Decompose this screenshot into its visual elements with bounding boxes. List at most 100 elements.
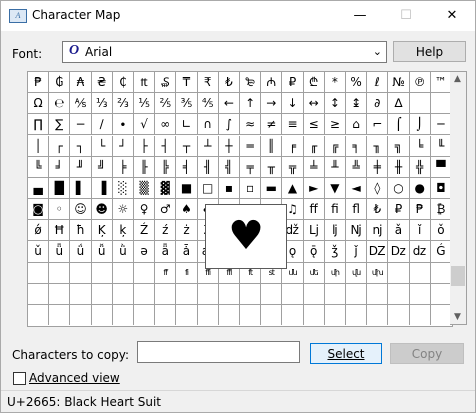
character-cell[interactable]: ╤ <box>240 156 262 178</box>
character-cell[interactable]: ╔ <box>324 135 346 157</box>
character-cell[interactable] <box>155 283 177 305</box>
character-cell[interactable] <box>134 304 156 326</box>
character-cell[interactable] <box>49 304 71 326</box>
character-cell[interactable]: № <box>388 72 410 94</box>
character-cell[interactable]: ╙ <box>430 136 451 157</box>
character-cell[interactable] <box>219 304 240 326</box>
character-cell[interactable]: ╣ <box>218 156 240 178</box>
character-cell[interactable]: Ω <box>28 93 50 115</box>
character-cell[interactable]: ┘ <box>112 135 134 157</box>
character-cell[interactable]: ż <box>176 220 198 242</box>
character-cell[interactable]: ₲ <box>49 72 71 94</box>
character-cell[interactable] <box>409 93 431 115</box>
character-cell[interactable]: ╩ <box>346 156 368 178</box>
character-cell[interactable]: ₺ <box>367 199 389 221</box>
character-cell[interactable]: ≤ <box>303 114 325 136</box>
character-cell[interactable]: ǈ <box>303 220 325 242</box>
character-cell[interactable]: ╞ <box>112 156 134 178</box>
character-cell[interactable] <box>113 304 134 326</box>
character-cell[interactable]: ♠ <box>176 199 198 221</box>
character-cell[interactable]: ░ <box>112 177 134 199</box>
character-cell[interactable]: ǭ <box>303 241 325 263</box>
character-cell[interactable]: ◙ <box>28 199 50 221</box>
character-cell[interactable] <box>430 93 451 115</box>
character-cell[interactable] <box>325 304 346 326</box>
character-cell[interactable]: ╥ <box>261 156 283 178</box>
character-cell[interactable]: ǘ <box>70 241 92 263</box>
character-cell[interactable]: ǋ <box>346 220 368 242</box>
character-cell[interactable]: ◘ <box>430 178 451 199</box>
characters-to-copy-input[interactable] <box>137 341 300 363</box>
character-cell[interactable]: ₼ <box>261 72 283 94</box>
character-cell[interactable]: ╕ <box>346 135 368 157</box>
character-cell[interactable] <box>92 304 113 326</box>
character-cell[interactable]: ﬂ <box>346 199 368 221</box>
maximize-button[interactable]: ☐ <box>383 1 429 31</box>
character-cell[interactable] <box>431 305 451 325</box>
character-grid-cells[interactable]: ₱ ₲ ₳ ₴ ₵ ₶ ₷ ₸ ₹ ₺ ₻ ₼ ₽ ₾ *% ℓ № ℗ ™ Ω ℮ ⅍ ⅓ ⅔ ⅕ ⅖ ⅗ ⅘ ← ↑ → ↓ ↔ ↕ ↨ ∂ ∆ ∏ ∑… <box>28 72 452 326</box>
character-cell[interactable]: ǝ <box>134 241 156 263</box>
character-cell[interactable]: ▐ <box>91 177 113 199</box>
character-cell[interactable]: ₴ <box>91 72 113 94</box>
advanced-view-checkbox[interactable] <box>13 372 26 385</box>
character-cell[interactable] <box>388 262 410 284</box>
character-cell[interactable]: ▬ <box>261 177 283 199</box>
character-cell[interactable]: ■ <box>176 177 198 199</box>
character-cell[interactable]: ↕ <box>324 93 346 115</box>
character-cell[interactable]: Ź <box>134 220 156 242</box>
character-cell[interactable] <box>388 283 410 305</box>
character-cell[interactable]: Ǳ <box>367 241 389 263</box>
grid-scrollbar[interactable]: ▲ ▼ <box>450 71 467 325</box>
character-cell[interactable]: ☻ <box>91 199 113 221</box>
character-cell[interactable] <box>70 262 92 284</box>
character-cell[interactable]: ╧ <box>303 156 325 178</box>
character-cell[interactable] <box>388 304 410 326</box>
character-cell[interactable]: ↑ <box>240 93 262 115</box>
close-button[interactable]: ✕ <box>429 1 475 31</box>
character-cell[interactable]: ◄ <box>346 177 368 199</box>
character-cell[interactable]: ≥ <box>324 114 346 136</box>
character-cell[interactable]: ₳ <box>70 72 92 94</box>
character-cell[interactable] <box>303 283 325 305</box>
character-cell[interactable]: ╠ <box>155 156 177 178</box>
character-cell[interactable]: ǲ <box>388 241 410 263</box>
character-cell[interactable]: → <box>261 93 283 115</box>
character-cell[interactable]: √ <box>134 114 156 136</box>
character-cell[interactable]: ▫ <box>240 177 262 199</box>
character-cell[interactable]: ∕ <box>91 114 113 136</box>
character-cell[interactable]: ↓ <box>282 93 304 115</box>
character-cell[interactable]: ﬁ <box>324 199 346 221</box>
character-cell[interactable]: ǐ <box>409 220 431 242</box>
character-cell[interactable]: ǯ <box>324 241 346 263</box>
character-cell[interactable]: ╘ <box>409 135 431 157</box>
character-cell[interactable]: ← <box>218 93 240 115</box>
character-cell[interactable]: ╨ <box>324 156 346 178</box>
character-cell[interactable]: ℓ <box>367 72 389 94</box>
help-button[interactable]: Help <box>393 41 466 62</box>
character-cell[interactable]: ● <box>409 177 431 199</box>
character-cell[interactable] <box>430 284 451 305</box>
character-cell[interactable]: ź <box>155 220 177 242</box>
character-cell[interactable]: ǒ <box>430 220 451 242</box>
character-cell[interactable]: ├ <box>134 135 156 157</box>
character-cell[interactable] <box>346 283 368 305</box>
character-cell[interactable]: ℗ <box>409 72 431 94</box>
character-cell[interactable]: ▌ <box>70 177 92 199</box>
advanced-view-label[interactable]: Advanced view <box>29 371 120 385</box>
character-cell[interactable]: − <box>70 114 92 136</box>
character-cell[interactable] <box>282 283 304 305</box>
character-cell[interactable]: ₶ <box>134 72 156 94</box>
character-cell[interactable]: ₸ <box>176 72 198 94</box>
character-cell[interactable]: ķ <box>112 220 134 242</box>
character-cell[interactable] <box>112 262 134 284</box>
character-cell[interactable]: ⅓ <box>91 93 113 115</box>
character-cell[interactable] <box>176 283 198 305</box>
character-cell[interactable]: ⅍ <box>70 93 92 115</box>
character-cell[interactable]: ⌠ <box>388 114 410 136</box>
character-cell[interactable] <box>261 304 283 326</box>
copy-button[interactable]: Copy <box>390 343 464 364</box>
character-cell[interactable]: □ <box>197 177 219 199</box>
character-cell[interactable]: ╦ <box>282 156 304 178</box>
scroll-down-arrow-icon[interactable]: ▼ <box>454 312 461 322</box>
character-cell[interactable]: └ <box>91 135 113 157</box>
